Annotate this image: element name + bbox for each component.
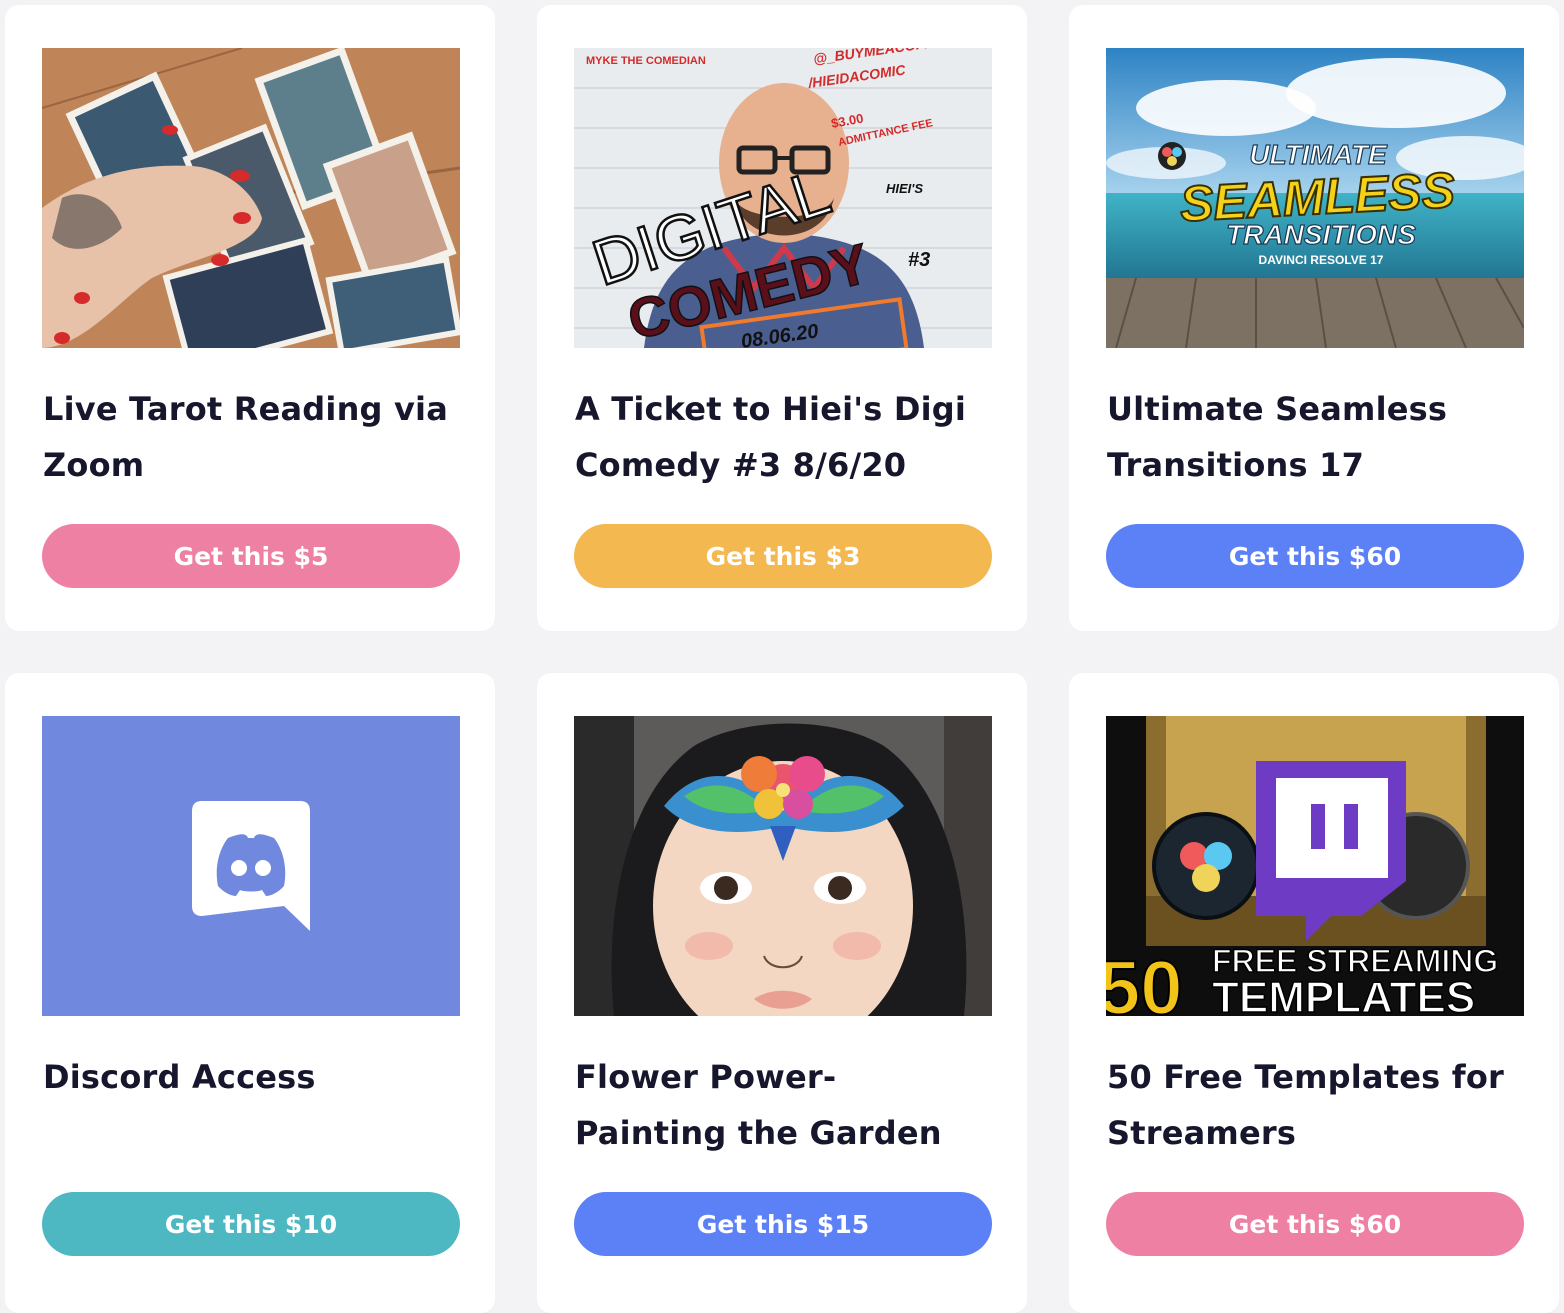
svg-text:ULTIMATE: ULTIMATE <box>1249 139 1388 170</box>
product-card-flower-power[interactable]: Flower Power- Painting the Garden Get th… <box>537 673 1027 1313</box>
product-image-templates[interactable]: 50 FREE STREAMING TEMPLATES <box>1106 716 1524 1016</box>
product-image-flower-power[interactable] <box>574 716 992 1016</box>
get-this-button[interactable]: Get this $15 <box>574 1192 992 1256</box>
product-card-comedy[interactable]: MYKE THE COMEDIAN @_BUYMEACOFFEE.COM /HI… <box>537 5 1027 631</box>
discord-thumbnail <box>42 716 460 1016</box>
product-card-seamless[interactable]: ULTIMATE SEAMLESS TRANSITIONS DAVINCI RE… <box>1069 5 1559 631</box>
product-title[interactable]: Discord Access <box>43 1049 463 1105</box>
svg-text:50: 50 <box>1106 946 1183 1016</box>
templates-thumbnail: 50 FREE STREAMING TEMPLATES <box>1106 716 1524 1016</box>
product-image-seamless[interactable]: ULTIMATE SEAMLESS TRANSITIONS DAVINCI RE… <box>1106 48 1524 348</box>
product-card-templates[interactable]: 50 FREE STREAMING TEMPLATES 50 Free Temp… <box>1069 673 1559 1313</box>
comedy-poster: MYKE THE COMEDIAN @_BUYMEACOFFEE.COM /HI… <box>574 48 992 348</box>
product-image-tarot[interactable] <box>42 48 460 348</box>
product-title[interactable]: A Ticket to Hiei's Digi Comedy #3 8/6/20 <box>575 381 995 493</box>
get-this-button[interactable]: Get this $10 <box>42 1192 460 1256</box>
product-title[interactable]: Flower Power- Painting the Garden <box>575 1049 995 1161</box>
svg-text:MYKE THE COMEDIAN: MYKE THE COMEDIAN <box>586 55 706 67</box>
get-this-button[interactable]: Get this $60 <box>1106 524 1524 588</box>
product-title[interactable]: Ultimate Seamless Transitions 17 <box>1107 381 1527 493</box>
tarot-photo <box>42 48 460 348</box>
product-image-discord[interactable] <box>42 716 460 1016</box>
product-title[interactable]: Live Tarot Reading via Zoom <box>43 381 463 493</box>
product-card-tarot[interactable]: Live Tarot Reading via Zoom Get this $5 <box>5 5 495 631</box>
get-this-button[interactable]: Get this $5 <box>42 524 460 588</box>
product-card-discord[interactable]: Discord Access Get this $10 <box>5 673 495 1313</box>
face-painting-photo <box>574 716 992 1016</box>
svg-text:TRANSITIONS: TRANSITIONS <box>1226 219 1416 250</box>
get-this-button[interactable]: Get this $60 <box>1106 1192 1524 1256</box>
svg-text:HIEI'S: HIEI'S <box>886 181 923 196</box>
seamless-thumbnail: ULTIMATE SEAMLESS TRANSITIONS DAVINCI RE… <box>1106 48 1524 348</box>
product-title[interactable]: 50 Free Templates for Streamers <box>1107 1049 1527 1161</box>
svg-text:DAVINCI RESOLVE 17: DAVINCI RESOLVE 17 <box>1259 253 1384 267</box>
svg-text:TEMPLATES: TEMPLATES <box>1212 973 1475 1016</box>
svg-text:#3: #3 <box>908 249 930 271</box>
get-this-button[interactable]: Get this $3 <box>574 524 992 588</box>
product-image-comedy[interactable]: MYKE THE COMEDIAN @_BUYMEACOFFEE.COM /HI… <box>574 48 992 348</box>
